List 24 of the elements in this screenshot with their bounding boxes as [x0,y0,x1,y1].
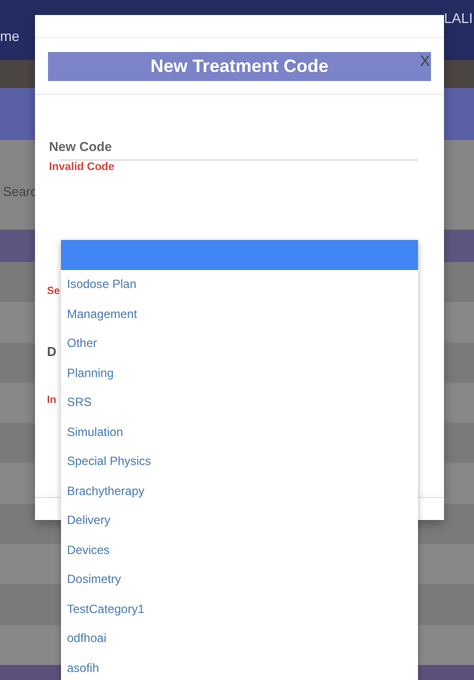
dropdown-option[interactable]: Simulation [61,418,418,447]
error-message: Se [47,285,60,297]
dropdown-option[interactable]: TestCategory1 [61,594,418,624]
search-label: Searc [3,184,37,199]
dropdown-option[interactable]: Planning [61,358,418,388]
field-label: D [47,344,56,359]
dropdown-option[interactable]: odfhoai [61,624,418,654]
close-button[interactable]: X [420,53,430,70]
field-label: New Code [49,139,112,154]
nav-link[interactable]: me [0,28,20,44]
dropdown-option[interactable]: Dosimetry [61,565,418,594]
dropdown-option[interactable]: SRS [61,388,418,418]
dropdown-option[interactable]: Delivery [61,506,418,536]
dropdown-option[interactable]: Management [61,300,418,329]
dropdown-option[interactable]: asofih [61,654,418,680]
error-message: In [47,394,56,406]
dropdown-option[interactable]: Isodose Plan [61,270,418,300]
dropdown-option[interactable]: Other [61,329,418,358]
error-message: Invalid Code [49,161,114,173]
user-name: LALI [444,10,473,26]
dropdown-option[interactable]: Special Physics [61,447,418,476]
dropdown-option[interactable]: Devices [61,536,418,565]
dropdown-option[interactable] [61,240,418,270]
dropdown-option[interactable]: Brachytherapy [61,476,418,506]
